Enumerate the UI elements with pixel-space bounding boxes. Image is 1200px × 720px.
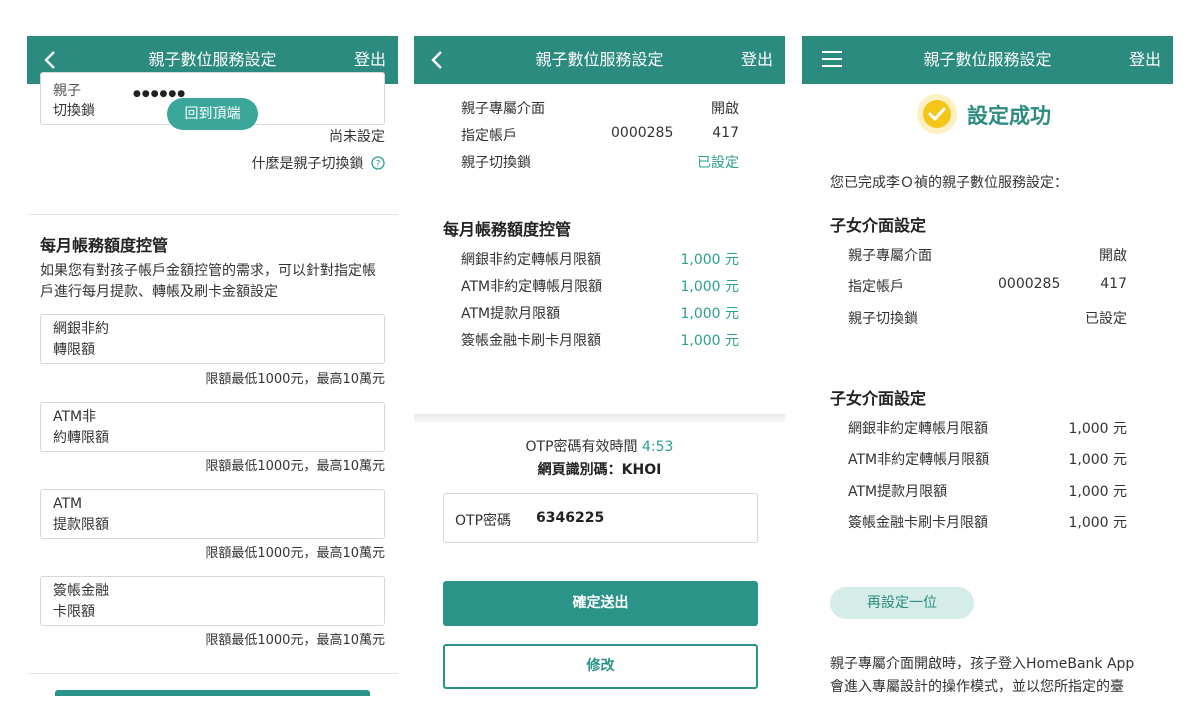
limit-hint: 限額最低1000元，最高10萬元 <box>205 372 385 387</box>
limit-hint: 限額最低1000元，最高10萬元 <box>205 633 385 648</box>
page-identifier: 網頁識別碼：KHOI <box>537 462 662 478</box>
footer-note: 會進入專屬設計的操作模式，並以您所指定的臺 <box>830 679 1124 695</box>
field-label: ATM非 <box>53 409 97 425</box>
row-label: ATM非約定轉帳月限額 <box>461 279 603 295</box>
footer-note: 親子專屬介面開啟時，孩子登入HomeBank App <box>830 656 1135 672</box>
row-value: 417 <box>712 125 739 141</box>
back-to-top-button[interactable]: 回到頂端 <box>167 98 258 130</box>
logout-button[interactable]: 登出 <box>741 36 773 84</box>
row-value: 開啟 <box>1099 248 1127 264</box>
app-header: 親子數位服務設定 登出 <box>414 36 785 84</box>
field-label: 約轉限額 <box>53 430 109 446</box>
online-non-agreed-transfer-limit-field[interactable]: 網銀非約 轉限額 <box>40 314 385 364</box>
row-label: 親子專屬介面 <box>461 101 545 117</box>
field-label: 卡限額 <box>53 604 95 620</box>
submit-button[interactable]: 確定送出 <box>443 581 758 626</box>
row-label: ATM非約定轉帳月限額 <box>848 452 990 468</box>
row-value: 1,000 元 <box>680 279 739 295</box>
otp-validity-label: OTP密碼有效時間 <box>525 439 638 455</box>
row-value: 1,000 元 <box>1068 484 1127 500</box>
section-description: 戶進行每月提款、轉帳及刷卡金額設定 <box>40 284 278 300</box>
section-divider <box>27 214 398 215</box>
otp-input-value: 6346225 <box>536 510 605 526</box>
field-label: 簽帳金融 <box>53 583 109 599</box>
limit-hint: 限額最低1000元，最高10萬元 <box>205 459 385 474</box>
page-title: 親子數位服務設定 <box>535 50 664 69</box>
success-title: 設定成功 <box>967 104 1051 128</box>
row-value: 1,000 元 <box>1068 421 1127 437</box>
row-label: ATM提款月限額 <box>848 484 948 500</box>
set-another-button[interactable]: 再設定一位 <box>830 587 974 619</box>
section-divider <box>27 673 398 674</box>
account-number: 0000285 <box>998 276 1061 292</box>
row-label: 簽帳金融卡刷卡月限額 <box>461 333 601 349</box>
field-label: 切換鎖 <box>53 103 95 119</box>
what-is-switch-lock-link[interactable]: 什麼是親子切換鎖 ? <box>252 153 385 173</box>
limit-hint: 限額最低1000元，最高10萬元 <box>205 546 385 561</box>
row-value: 開啟 <box>711 101 739 117</box>
row-value: 已設定 <box>1085 311 1127 327</box>
section-divider <box>414 414 785 422</box>
section-title: 每月帳務額度控管 <box>40 236 169 255</box>
row-label: 網銀非約定轉帳月限額 <box>461 252 601 268</box>
account-number: 0000285 <box>611 125 674 141</box>
section-title: 子女介面設定 <box>830 216 927 235</box>
help-icon: ? <box>371 156 385 170</box>
screen-success: 親子數位服務設定 登出 設定成功 您已完成李Ｏ禎的親子數位服務設定： 子女介面設… <box>802 36 1173 696</box>
section-title: 子女介面設定 <box>830 389 927 408</box>
page-title: 親子數位服務設定 <box>923 50 1052 69</box>
svg-text:?: ? <box>376 160 381 170</box>
field-label: ATM <box>53 496 83 512</box>
status-text: 尚未設定 <box>329 129 385 145</box>
link-text: 什麼是親子切換鎖 <box>251 156 364 172</box>
row-label: 親子專屬介面 <box>848 248 932 264</box>
screen-settings-form: 親子數位服務設定 登出 親子 切換鎖 ●●●●●● 回到頂端 尚未設定 什麼是親… <box>27 36 398 696</box>
success-intro: 您已完成李Ｏ禎的親子數位服務設定： <box>830 175 1068 191</box>
row-value: 已設定 <box>697 155 739 171</box>
section-description: 如果您有對孩子帳戶金額控管的需求，可以針對指定帳 <box>40 263 376 279</box>
row-value: 1,000 元 <box>680 333 739 349</box>
field-label: 網銀非約 <box>53 321 109 337</box>
row-value: 1,000 元 <box>1068 515 1127 531</box>
section-title: 每月帳務額度控管 <box>443 220 572 239</box>
success-check-icon <box>917 94 957 134</box>
row-label: 網銀非約定轉帳月限額 <box>848 421 988 437</box>
row-label: 親子切換鎖 <box>461 155 531 171</box>
field-label: 親子 <box>53 83 81 99</box>
otp-input-label: OTP密碼 <box>455 513 512 529</box>
otp-countdown: 4:53 <box>642 439 674 455</box>
otp-input[interactable]: OTP密碼 6346225 <box>443 493 758 543</box>
row-value: 1,000 元 <box>1068 452 1127 468</box>
screen-confirm: 親子數位服務設定 登出 親子專屬介面 開啟 指定帳戶 0000285 417 親… <box>414 36 785 696</box>
otp-validity: OTP密碼有效時間 4:53 <box>414 436 785 456</box>
atm-non-agreed-transfer-limit-field[interactable]: ATM非 約轉限額 <box>40 402 385 452</box>
logout-button[interactable]: 登出 <box>1129 36 1161 84</box>
field-label: 提款限額 <box>53 517 109 533</box>
row-label: ATM提款月限額 <box>461 306 561 322</box>
row-value: 417 <box>1100 276 1127 292</box>
field-label: 轉限額 <box>53 342 95 358</box>
debit-card-limit-field[interactable]: 簽帳金融 卡限額 <box>40 576 385 626</box>
atm-withdrawal-limit-field[interactable]: ATM 提款限額 <box>40 489 385 539</box>
row-label: 指定帳戶 <box>848 279 904 295</box>
row-label: 指定帳戶 <box>461 128 517 144</box>
app-header: 親子數位服務設定 登出 <box>802 36 1173 84</box>
bottom-button-edge[interactable] <box>55 690 370 696</box>
row-label: 親子切換鎖 <box>848 311 918 327</box>
row-value: 1,000 元 <box>680 306 739 322</box>
modify-button[interactable]: 修改 <box>443 644 758 689</box>
row-label: 簽帳金融卡刷卡月限額 <box>848 515 988 531</box>
row-value: 1,000 元 <box>680 252 739 268</box>
